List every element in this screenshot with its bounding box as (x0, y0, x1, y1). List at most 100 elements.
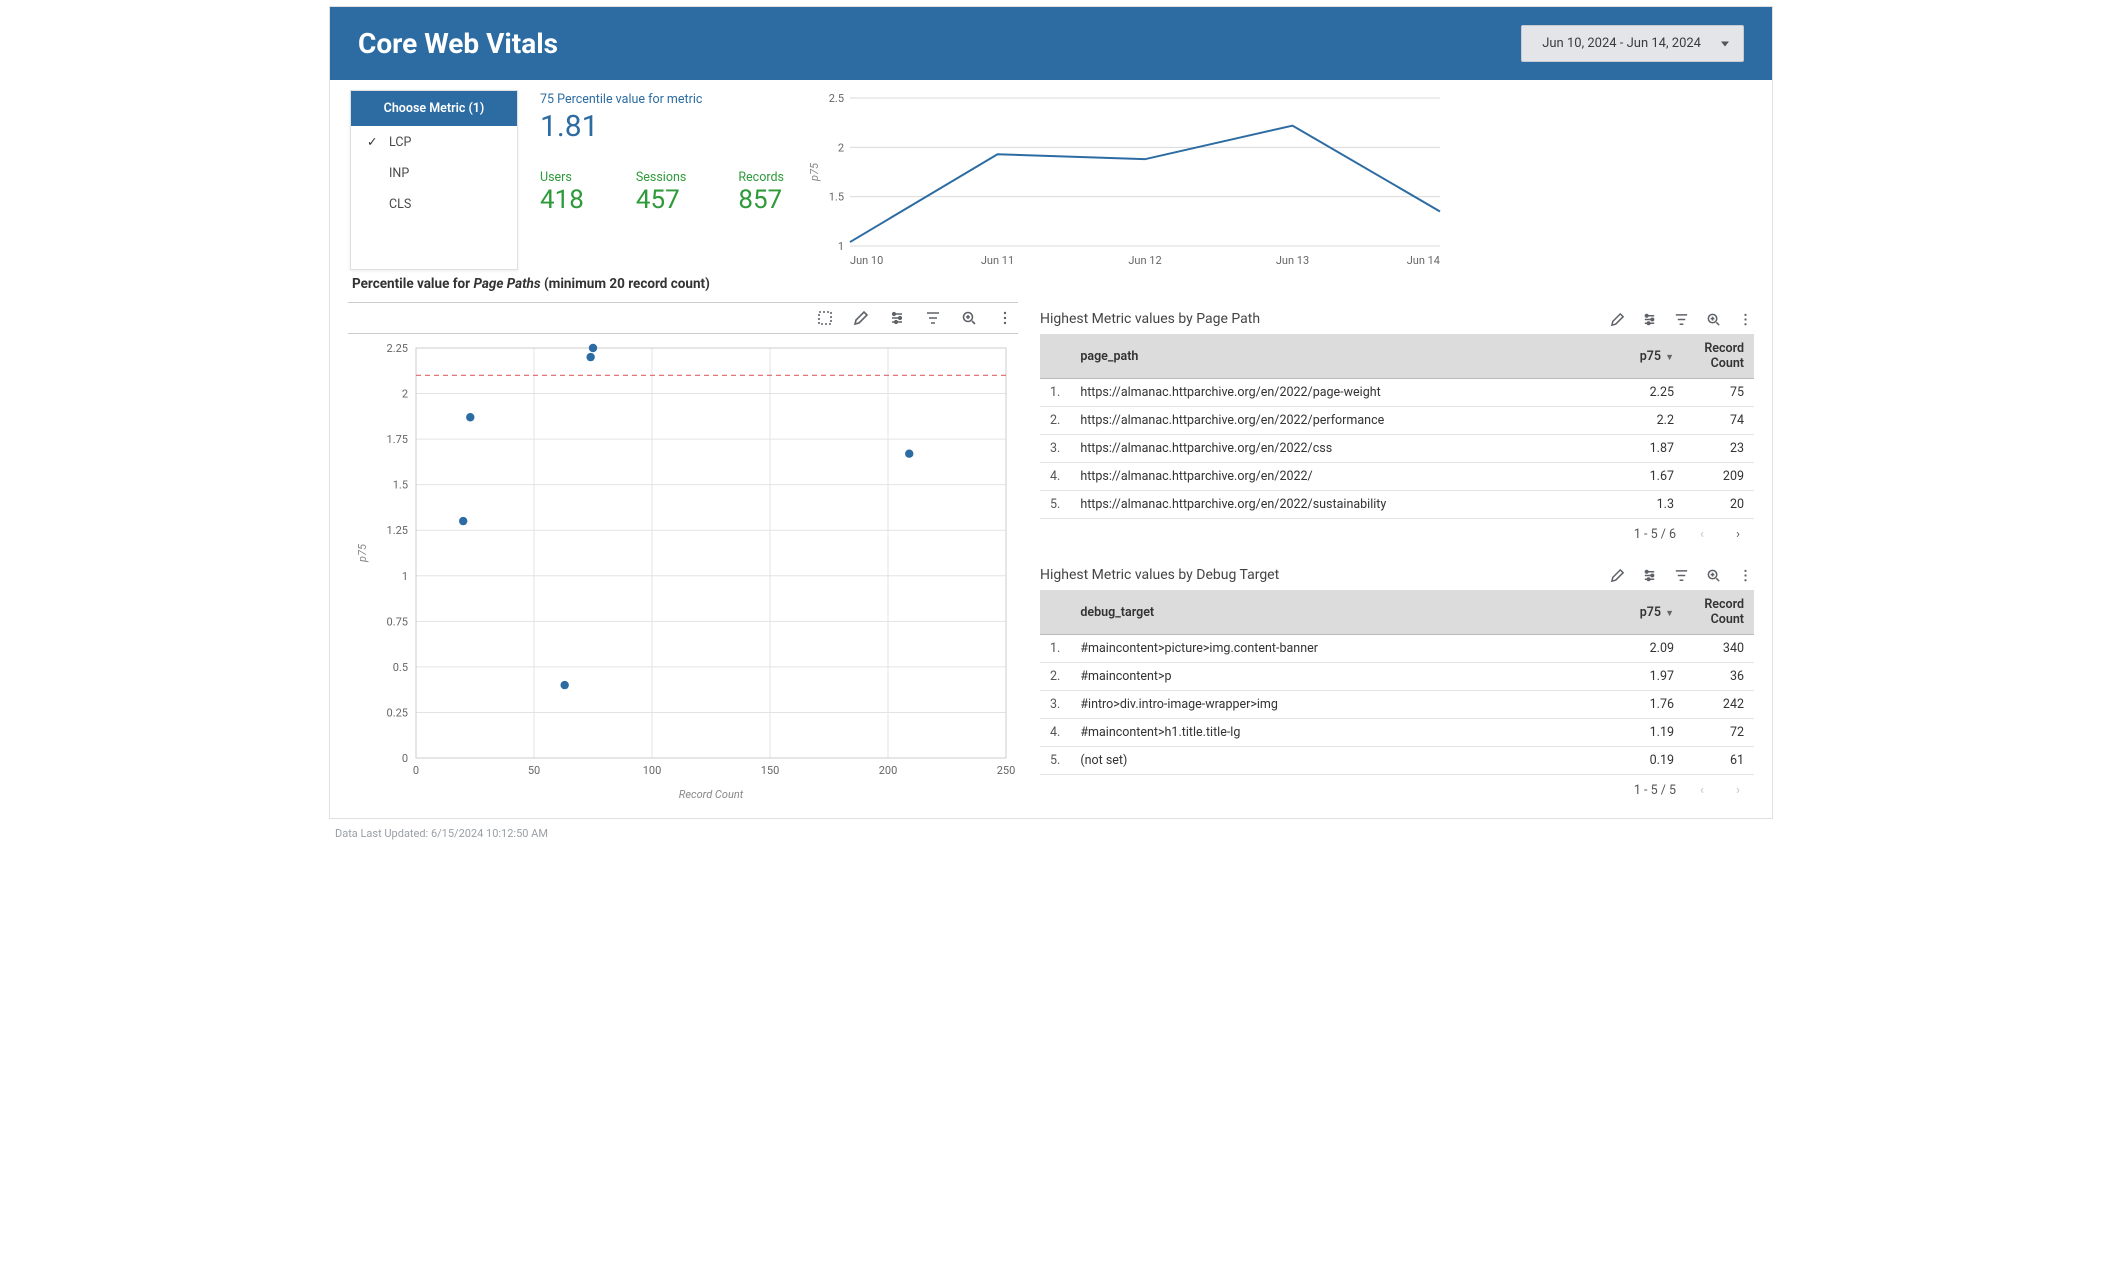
table-row[interactable]: 3.#intro>div.intro-image-wrapper>img1.76… (1040, 691, 1754, 719)
pager: 1 - 5 / 5 ‹ › (1040, 775, 1754, 800)
scatter-toolbar (348, 302, 1018, 334)
select-rect-icon[interactable] (816, 309, 834, 327)
row-path: #intro>div.intro-image-wrapper>img (1070, 691, 1614, 719)
svg-text:0: 0 (413, 764, 419, 777)
scatter-chart[interactable]: 00.250.50.7511.251.51.7522.2505010015020… (348, 334, 1018, 804)
col-debug-target[interactable]: debug_target (1070, 590, 1614, 635)
svg-text:1: 1 (838, 240, 844, 253)
table-row[interactable]: 1.#maincontent>picture>img.content-banne… (1040, 635, 1754, 663)
row-index: 5. (1040, 747, 1070, 775)
sort-desc-icon: ▼ (1665, 353, 1674, 363)
metric-option-cls[interactable]: CLS (351, 189, 517, 220)
pager-next-icon[interactable]: › (1728, 783, 1748, 798)
svg-text:0.75: 0.75 (387, 615, 408, 628)
svg-text:50: 50 (528, 764, 540, 777)
edit-icon[interactable] (852, 309, 870, 327)
svg-text:1.25: 1.25 (387, 524, 408, 537)
row-path: https://almanac.httparchive.org/en/2022/… (1070, 491, 1614, 519)
svg-text:2.5: 2.5 (829, 92, 844, 105)
p75-value: 1.81 (540, 109, 784, 144)
sessions-label: Sessions (636, 170, 686, 185)
edit-icon[interactable] (1608, 310, 1626, 328)
svg-text:Jun 12: Jun 12 (1128, 254, 1161, 267)
row-index: 3. (1040, 691, 1070, 719)
col-p75[interactable]: p75▼ (1614, 590, 1684, 635)
svg-text:Record Count: Record Count (679, 788, 744, 801)
more-icon[interactable] (1736, 566, 1754, 584)
metric-option-lcp[interactable]: ✓ LCP (351, 126, 517, 158)
table-row[interactable]: 1.https://almanac.httparchive.org/en/202… (1040, 379, 1754, 407)
row-path: #maincontent>picture>img.content-banner (1070, 635, 1614, 663)
zoom-icon[interactable] (960, 309, 978, 327)
sliders-icon[interactable] (888, 309, 906, 327)
table-row[interactable]: 3.https://almanac.httparchive.org/en/202… (1040, 435, 1754, 463)
row-path: https://almanac.httparchive.org/en/2022/ (1070, 463, 1614, 491)
pager-label: 1 - 5 / 6 (1634, 527, 1676, 542)
table-row[interactable]: 4.#maincontent>h1.title.title-lg1.1972 (1040, 719, 1754, 747)
table-row[interactable]: 5.https://almanac.httparchive.org/en/202… (1040, 491, 1754, 519)
svg-text:1: 1 (402, 570, 408, 583)
zoom-icon[interactable] (1704, 310, 1722, 328)
row-p75: 1.3 (1614, 491, 1684, 519)
svg-text:0.5: 0.5 (393, 661, 408, 674)
row-p75: 1.19 (1614, 719, 1684, 747)
table-row[interactable]: 4.https://almanac.httparchive.org/en/202… (1040, 463, 1754, 491)
row-p75: 2.09 (1614, 635, 1684, 663)
line-chart[interactable]: 11.522.5Jun 10Jun 11Jun 12Jun 13Jun 14p7… (806, 90, 1752, 270)
table-title: Highest Metric values by Page Path (1040, 311, 1260, 327)
kpi-block: 75 Percentile value for metric 1.81 User… (540, 90, 784, 270)
svg-text:Jun 11: Jun 11 (981, 254, 1014, 267)
pager-next-icon[interactable]: › (1728, 527, 1748, 542)
table-page-path: Highest Metric values by Page Path (1040, 302, 1754, 544)
records-label: Records (738, 170, 784, 185)
page-title: Core Web Vitals (358, 27, 558, 60)
pager-prev-icon[interactable]: ‹ (1692, 527, 1712, 542)
col-record-count[interactable]: RecordCount (1684, 334, 1754, 379)
svg-text:p75: p75 (356, 543, 369, 563)
metric-option-label: INP (389, 166, 409, 181)
col-page-path[interactable]: page_path (1070, 334, 1614, 379)
table-row[interactable]: 5.(not set)0.1961 (1040, 747, 1754, 775)
col-p75[interactable]: p75▼ (1614, 334, 1684, 379)
svg-text:100: 100 (643, 764, 662, 777)
row-count: 74 (1684, 407, 1754, 435)
more-icon[interactable] (1736, 310, 1754, 328)
row-count: 23 (1684, 435, 1754, 463)
row-path: #maincontent>h1.title.title-lg (1070, 719, 1614, 747)
row-path: (not set) (1070, 747, 1614, 775)
row-p75: 1.97 (1614, 663, 1684, 691)
metric-picker: Choose Metric (1) ✓ LCP INP CLS (350, 90, 518, 270)
filter-icon[interactable] (1672, 566, 1690, 584)
row-path: https://almanac.httparchive.org/en/2022/… (1070, 379, 1614, 407)
table-debug-target: Highest Metric values by Debug Target (1040, 558, 1754, 800)
row-index: 4. (1040, 463, 1070, 491)
svg-text:Jun 13: Jun 13 (1276, 254, 1309, 267)
edit-icon[interactable] (1608, 566, 1626, 584)
filter-icon[interactable] (924, 309, 942, 327)
row-count: 209 (1684, 463, 1754, 491)
row-p75: 0.19 (1614, 747, 1684, 775)
row-index: 2. (1040, 407, 1070, 435)
row-count: 242 (1684, 691, 1754, 719)
row-count: 36 (1684, 663, 1754, 691)
table-row[interactable]: 2.https://almanac.httparchive.org/en/202… (1040, 407, 1754, 435)
zoom-icon[interactable] (1704, 566, 1722, 584)
more-icon[interactable] (996, 309, 1014, 327)
filter-icon[interactable] (1672, 310, 1690, 328)
metric-option-inp[interactable]: INP (351, 158, 517, 189)
pager-label: 1 - 5 / 5 (1634, 783, 1676, 798)
row-index: 4. (1040, 719, 1070, 747)
sliders-icon[interactable] (1640, 566, 1658, 584)
row-index: 1. (1040, 379, 1070, 407)
sliders-icon[interactable] (1640, 310, 1658, 328)
table-row[interactable]: 2.#maincontent>p1.9736 (1040, 663, 1754, 691)
row-p75: 1.67 (1614, 463, 1684, 491)
date-range-picker[interactable]: Jun 10, 2024 - Jun 14, 2024 (1521, 25, 1744, 62)
row-index: 3. (1040, 435, 1070, 463)
records-value: 857 (738, 185, 784, 215)
pager-prev-icon[interactable]: ‹ (1692, 783, 1712, 798)
row-p75: 2.2 (1614, 407, 1684, 435)
col-record-count[interactable]: RecordCount (1684, 590, 1754, 635)
svg-text:1.5: 1.5 (393, 479, 408, 492)
row-path: https://almanac.httparchive.org/en/2022/… (1070, 435, 1614, 463)
